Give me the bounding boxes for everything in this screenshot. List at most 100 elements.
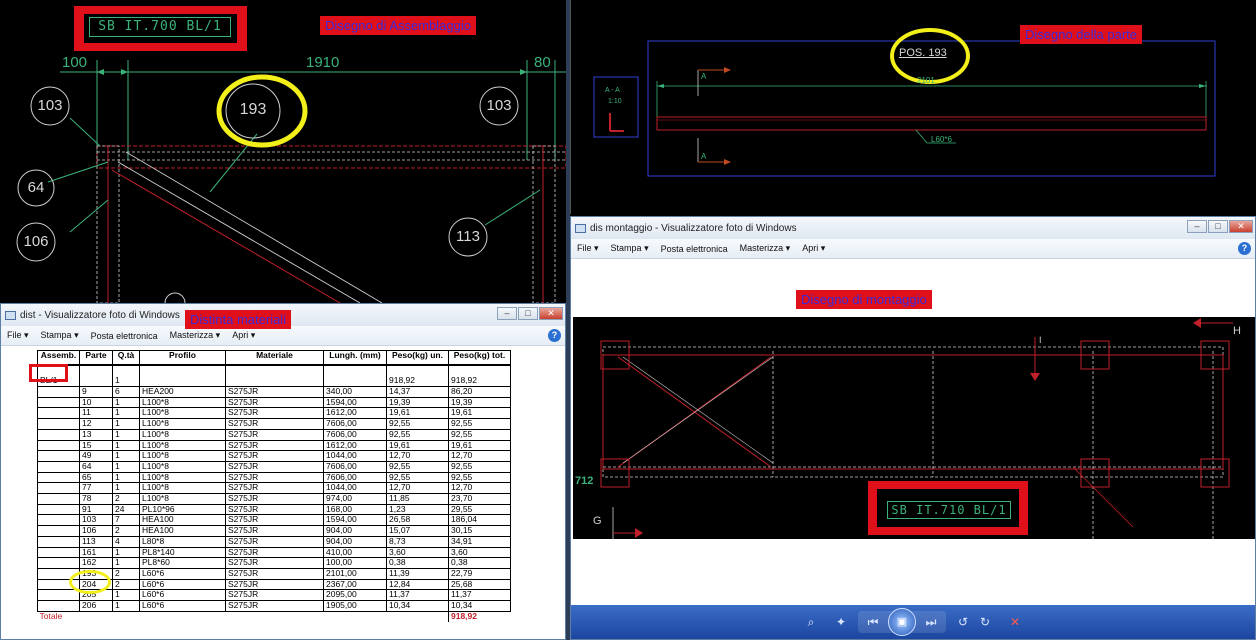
bom-row: 49 1 L100*8 S275JR 1044,00 12,70 12,70 bbox=[37, 450, 511, 462]
part-drawing-canvas bbox=[593, 28, 1216, 177]
total-weight-cell: 29,55 bbox=[448, 503, 511, 516]
marker-h: H bbox=[1233, 325, 1241, 337]
menu-masterizza[interactable]: Masterizza ▾ bbox=[170, 330, 221, 341]
montaggio-menubar: File ▾ Stampa ▾ Posta elettronica Master… bbox=[571, 239, 1255, 259]
help-icon[interactable]: ? bbox=[1238, 242, 1251, 255]
material-cell: S275JR bbox=[225, 589, 324, 602]
bom-row: 106 2 HEA100 S275JR 904,00 15,07 30,15 bbox=[37, 525, 511, 537]
bom-assembly-row: BL/1 1 918,92 918,92 bbox=[37, 364, 511, 387]
material-cell: S275JR bbox=[225, 567, 324, 580]
bom-row: 205 1 L60*6 S275JR 2095,00 11,37 11,37 bbox=[37, 589, 511, 602]
menu-file[interactable]: File ▾ bbox=[7, 330, 29, 341]
qty-cell: 1 bbox=[112, 407, 140, 420]
montaggio-window-title: dis montaggio - Visualizzatore foto di W… bbox=[590, 222, 797, 234]
length-cell: 410,00 bbox=[323, 546, 387, 559]
menu-apri[interactable]: Apri ▾ bbox=[802, 243, 825, 254]
qty-cell: 2 bbox=[112, 567, 140, 580]
length-cell: 2101,00 bbox=[323, 567, 387, 580]
navigation-group: ⏮ ▣ ⏭ bbox=[858, 608, 946, 636]
bom-row: 77 1 L100*8 S275JR 1044,00 12,70 12,70 bbox=[37, 482, 511, 495]
menu-file[interactable]: File ▾ bbox=[577, 243, 599, 254]
material-cell: S275JR bbox=[225, 493, 324, 505]
minimize-button[interactable]: – bbox=[497, 307, 517, 320]
col-peso-tot: Peso(kg) tot. bbox=[448, 350, 511, 366]
delete-icon[interactable]: ✕ bbox=[1004, 614, 1026, 630]
qty-cell: 1 bbox=[112, 600, 140, 612]
bom-sheet: Assemb. Parte Q.tà Profilo Materiale Lun… bbox=[1, 346, 565, 639]
slideshow-button[interactable]: ▣ bbox=[888, 608, 916, 636]
menu-posta[interactable]: Posta elettronica bbox=[661, 244, 728, 254]
minimize-button[interactable]: – bbox=[1187, 220, 1207, 233]
menu-posta[interactable]: Posta elettronica bbox=[91, 331, 158, 341]
material-cell: S275JR bbox=[225, 460, 324, 473]
total-value: 918,92 bbox=[448, 610, 511, 622]
bom-row: 12 1 L100*8 S275JR 7606,00 92,55 92,55 bbox=[37, 418, 511, 430]
length-cell: 974,00 bbox=[323, 493, 387, 505]
part-drawing-pane: POS. 193 2101 Disegno della parte A - A … bbox=[570, 0, 1256, 214]
part-pos-text: POS. 193 bbox=[899, 47, 947, 59]
dim-left-text: 100 bbox=[62, 54, 88, 71]
bom-row: 13 1 L100*8 S275JR 7606,00 92,55 92,55 bbox=[37, 428, 511, 441]
material-cell: S275JR bbox=[225, 418, 324, 430]
length-cell: 904,00 bbox=[323, 535, 387, 548]
part-cell: 11 bbox=[79, 407, 113, 420]
total-weight-cell: 34,91 bbox=[448, 535, 511, 548]
profile-cell: HEA100 bbox=[139, 525, 226, 537]
section-marker-top: A bbox=[701, 72, 707, 81]
part-profile-text: L60*6 bbox=[931, 135, 952, 144]
unit-weight-cell: 92,55 bbox=[386, 460, 449, 473]
montaggio-titlebar[interactable]: dis montaggio - Visualizzatore foto di W… bbox=[571, 217, 1255, 239]
menu-masterizza[interactable]: Masterizza ▾ bbox=[740, 243, 791, 254]
total-weight-cell: 19,61 bbox=[448, 407, 511, 420]
rotate-left-icon[interactable]: ↺ bbox=[952, 614, 974, 630]
col-assemb: Assemb. bbox=[37, 350, 80, 366]
col-parte: Parte bbox=[79, 350, 113, 366]
total-label: Totale bbox=[37, 610, 80, 622]
total-weight-cell: 11,37 bbox=[448, 589, 511, 602]
qty-cell: 1 bbox=[112, 439, 140, 452]
profile-cell: PL8*140 bbox=[139, 546, 226, 559]
unit-weight-cell: 92,55 bbox=[386, 471, 449, 484]
length-cell: 7606,00 bbox=[323, 471, 387, 484]
close-button[interactable]: ✕ bbox=[539, 307, 563, 320]
menu-stampa[interactable]: Stampa ▾ bbox=[611, 243, 649, 254]
total-weight-cell: 25,68 bbox=[448, 578, 511, 591]
section-scale: 1:10 bbox=[608, 98, 622, 105]
length-cell: 1044,00 bbox=[323, 450, 387, 462]
next-icon[interactable]: ⏭ bbox=[920, 614, 942, 630]
help-icon[interactable]: ? bbox=[548, 329, 561, 342]
bom-row: 64 1 L100*8 S275JR 7606,00 92,55 92,55 bbox=[37, 460, 511, 473]
maximize-button[interactable]: □ bbox=[518, 307, 538, 320]
total-weight-cell: 92,55 bbox=[448, 428, 511, 441]
zoom-icon[interactable]: ⌕ bbox=[800, 614, 822, 630]
material-cell: S275JR bbox=[225, 407, 324, 420]
unit-weight-cell: 0,38 bbox=[386, 557, 449, 569]
part-cell: 15 bbox=[79, 439, 113, 452]
length-cell: 1594,00 bbox=[323, 396, 387, 409]
fit-window-icon[interactable]: ✦ bbox=[830, 614, 852, 630]
bom-row: 206 1 L60*6 S275JR 1905,00 10,34 10,34 bbox=[37, 600, 511, 612]
profile-cell: L100*8 bbox=[139, 396, 226, 409]
maximize-button[interactable]: □ bbox=[1208, 220, 1228, 233]
qty-cell: 1 bbox=[112, 428, 140, 441]
marker-g: G bbox=[593, 515, 602, 527]
rotate-right-icon[interactable]: ↻ bbox=[974, 614, 996, 630]
col-peso-un: Peso(kg) un. bbox=[386, 350, 449, 366]
material-cell: S275JR bbox=[225, 439, 324, 452]
qty-cell: 6 bbox=[112, 386, 140, 398]
previous-icon[interactable]: ⏮ bbox=[862, 614, 884, 630]
unit-weight-cell: 14,37 bbox=[386, 386, 449, 398]
bom-row: 91 24 PL10*96 S275JR 168,00 1,23 29,55 bbox=[37, 503, 511, 516]
part-cell: 103 bbox=[79, 514, 113, 527]
unit-weight-cell: 26,58 bbox=[386, 514, 449, 527]
part-cell: 10 bbox=[79, 396, 113, 409]
profile-cell: L100*8 bbox=[139, 439, 226, 452]
profile-cell: L100*8 bbox=[139, 482, 226, 495]
close-button[interactable]: ✕ bbox=[1229, 220, 1253, 233]
material-cell: S275JR bbox=[225, 514, 324, 527]
part-cell: 12 bbox=[79, 418, 113, 430]
unit-weight-cell: 19,61 bbox=[386, 407, 449, 420]
dist-window-title: dist - Visualizzatore foto di Windows bbox=[20, 309, 180, 321]
menu-stampa[interactable]: Stampa ▾ bbox=[41, 330, 79, 341]
menu-apri[interactable]: Apri ▾ bbox=[232, 330, 255, 341]
